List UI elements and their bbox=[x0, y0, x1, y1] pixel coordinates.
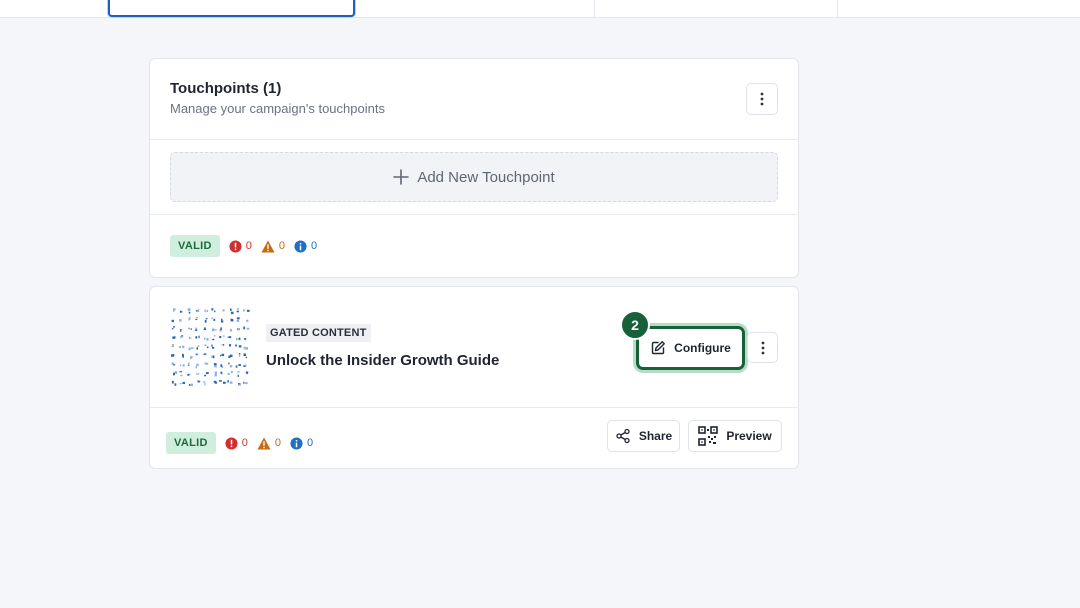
preview-button[interactable]: Preview bbox=[688, 420, 782, 452]
share-label: Share bbox=[638, 429, 673, 443]
share-icon bbox=[616, 428, 630, 444]
info-icon bbox=[290, 436, 303, 450]
touchpoint-menu-button[interactable] bbox=[747, 332, 778, 363]
info-count-value: 0 bbox=[306, 437, 314, 449]
error-icon bbox=[225, 436, 238, 450]
qr-code-icon bbox=[698, 426, 719, 446]
configure-button[interactable]: Configure bbox=[636, 326, 745, 370]
add-touchpoint-label: Add New Touchpoint bbox=[417, 168, 555, 186]
touchpoints-menu-button[interactable] bbox=[746, 83, 778, 115]
selected-tab[interactable] bbox=[108, 0, 355, 17]
add-touchpoint-button[interactable]: Add New Touchpoint bbox=[170, 152, 778, 202]
error-count-value: 0 bbox=[245, 240, 252, 252]
preview-label: Preview bbox=[726, 429, 772, 443]
error-count: 0 bbox=[225, 436, 248, 450]
edit-icon bbox=[651, 341, 666, 355]
plus-icon bbox=[393, 169, 410, 185]
share-button[interactable]: Share bbox=[607, 420, 680, 452]
warning-count: 0 bbox=[257, 437, 281, 450]
status-badge: VALID bbox=[170, 235, 220, 257]
touchpoint-title: Unlock the Insider Growth Guide bbox=[266, 352, 500, 369]
warning-count-value: 0 bbox=[278, 240, 285, 252]
tab-divider bbox=[594, 0, 595, 18]
warning-icon bbox=[261, 240, 275, 252]
status-row: VALID 0 0 0 bbox=[166, 432, 313, 454]
divider bbox=[150, 214, 798, 215]
touchpoint-card: GATED CONTENT Unlock the Insider Growth … bbox=[149, 286, 799, 469]
status-row: VALID 0 0 0 bbox=[170, 235, 317, 257]
warning-icon bbox=[257, 437, 271, 449]
error-count-value: 0 bbox=[241, 437, 248, 449]
warning-count: 0 bbox=[261, 240, 285, 253]
touchpoint-thumbnail bbox=[171, 308, 250, 386]
status-badge: VALID bbox=[166, 432, 216, 454]
touchpoints-subtitle: Manage your campaign's touchpoints bbox=[170, 101, 385, 116]
touchpoints-title: Touchpoints (1) bbox=[170, 80, 282, 97]
more-vertical-icon bbox=[761, 341, 764, 354]
step-number-badge: 2 bbox=[620, 310, 650, 340]
info-icon bbox=[294, 239, 307, 253]
warning-count-value: 0 bbox=[274, 437, 281, 449]
info-count: 0 bbox=[290, 436, 314, 450]
divider bbox=[150, 407, 798, 408]
divider bbox=[150, 139, 798, 140]
touchpoint-type-tag: GATED CONTENT bbox=[266, 324, 371, 342]
top-tab-bar bbox=[0, 0, 1080, 18]
more-vertical-icon bbox=[760, 92, 764, 106]
info-count: 0 bbox=[294, 239, 318, 253]
error-icon bbox=[229, 239, 242, 253]
configure-label: Configure bbox=[674, 341, 731, 355]
tab-divider bbox=[837, 0, 838, 18]
info-count-value: 0 bbox=[310, 240, 318, 252]
error-count: 0 bbox=[229, 239, 252, 253]
touchpoints-card: Touchpoints (1) Manage your campaign's t… bbox=[149, 58, 799, 278]
